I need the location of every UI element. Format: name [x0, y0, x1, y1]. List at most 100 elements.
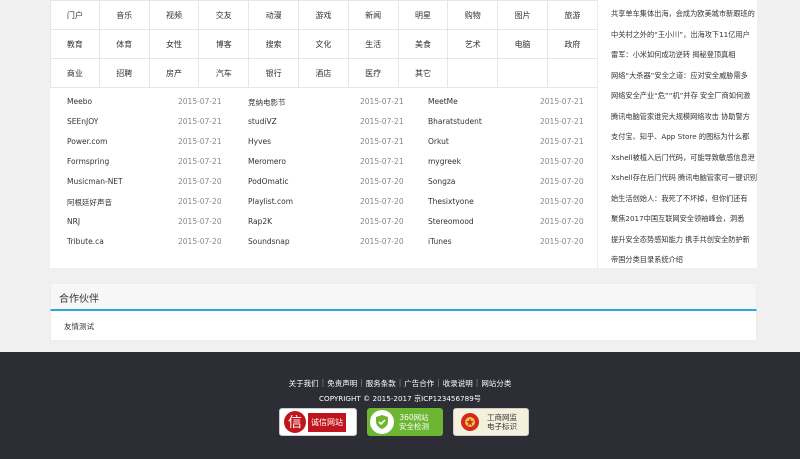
- site-link[interactable]: mygreek: [428, 157, 461, 166]
- site-date: 2015-07-20: [360, 217, 404, 226]
- footer-link[interactable]: 网站分类: [478, 378, 514, 389]
- site-link[interactable]: Playlist.com: [248, 197, 293, 206]
- category-grid: 门户 音乐 视频 交友 动漫 游戏 新闻 明星 购物 图片 旅游 教育 体育 女性 博客 搜索 文化 生活 美食 艺术…: [50, 0, 598, 88]
- category-link[interactable]: 美食: [398, 30, 449, 59]
- site-link[interactable]: studiVZ: [248, 117, 277, 126]
- category-link[interactable]: 交友: [199, 1, 250, 30]
- partner-title: 合作伙伴: [59, 294, 99, 305]
- site-date: 2015-07-20: [540, 197, 584, 206]
- category-link[interactable]: 女性: [149, 30, 200, 59]
- site-date: 2015-07-20: [360, 197, 404, 206]
- news-link[interactable]: 提升安全态势感知能力 携手共创安全防护新: [611, 235, 757, 245]
- site-date: 2015-07-21: [360, 137, 404, 146]
- news-link[interactable]: 聚焦2017中国互联网安全领袖峰会，洞悉: [611, 214, 757, 224]
- safe-check-badge[interactable]: 360网站 安全检测: [367, 408, 443, 436]
- site-link[interactable]: Orkut: [428, 137, 449, 146]
- site-link[interactable]: Power.com: [67, 137, 107, 146]
- site-date: 2015-07-20: [178, 217, 222, 226]
- category-link[interactable]: 游戏: [298, 1, 349, 30]
- category-link[interactable]: 图片: [498, 1, 548, 30]
- news-link[interactable]: Xshell被植入后门代码，可能导致敏感信息泄: [611, 153, 757, 163]
- credit-badge[interactable]: 信 诚信网站: [279, 408, 357, 436]
- category-link[interactable]: 购物: [448, 1, 499, 30]
- category-link[interactable]: 生活: [348, 30, 399, 59]
- news-link[interactable]: 中关村之外的“王小川”，出海攻下11亿用户: [611, 30, 757, 40]
- site-link[interactable]: Songza: [428, 177, 455, 186]
- site-link[interactable]: PodOmatic: [248, 177, 289, 186]
- site-date: 2015-07-21: [540, 117, 584, 126]
- category-link[interactable]: 银行: [249, 59, 299, 88]
- footer-link[interactable]: 免责声明: [324, 378, 360, 389]
- category-link[interactable]: 艺术: [448, 30, 499, 59]
- site-link[interactable]: Soundsnap: [248, 237, 290, 246]
- category-empty-cell: [448, 59, 499, 88]
- news-link[interactable]: 始生活创始人：我死了不坏掉，但你们还有: [611, 194, 757, 204]
- site-link[interactable]: SEEnJOY: [67, 117, 98, 126]
- partner-header: 合作伙伴: [50, 283, 757, 311]
- site-date: 2015-07-20: [360, 237, 404, 246]
- site-link[interactable]: Rap2K: [248, 217, 272, 226]
- gov-badge[interactable]: 工商网监 电子标识: [453, 408, 529, 436]
- news-link[interactable]: 帝国分类目录系统介绍: [611, 255, 757, 265]
- news-link[interactable]: 网络“大杀器”安全之道：应对安全威胁需多: [611, 71, 757, 81]
- footer-link[interactable]: 关于我们: [286, 378, 322, 389]
- news-link[interactable]: 共享单车集体出海，会成为欧美城市新跟班的: [611, 9, 757, 19]
- shield-check-icon: [370, 410, 394, 434]
- partner-body: 友情测试: [50, 311, 757, 341]
- category-link[interactable]: 搜索: [249, 30, 299, 59]
- category-link[interactable]: 教育: [50, 30, 100, 59]
- site-date: 2015-07-20: [540, 157, 584, 166]
- category-row: 教育 体育 女性 博客 搜索 文化 生活 美食 艺术 电脑 政府: [50, 30, 598, 59]
- gov-badge-label: 工商网监 电子标识: [487, 413, 517, 431]
- news-link[interactable]: Xshell存在后门代码 腾讯电脑管家可一键识别: [611, 173, 757, 183]
- category-link[interactable]: 明星: [398, 1, 449, 30]
- category-link[interactable]: 电脑: [498, 30, 548, 59]
- category-link[interactable]: 酒店: [298, 59, 349, 88]
- site-link[interactable]: Meebo: [67, 97, 92, 106]
- site-date: 2015-07-21: [540, 97, 584, 106]
- site-link[interactable]: NRJ: [67, 217, 80, 226]
- site-date: 2015-07-20: [178, 237, 222, 246]
- site-link[interactable]: Hyves: [248, 137, 271, 146]
- site-link[interactable]: MeetMe: [428, 97, 458, 106]
- footer-link[interactable]: 服务条款: [363, 378, 399, 389]
- category-link[interactable]: 音乐: [99, 1, 150, 30]
- category-link[interactable]: 动漫: [249, 1, 299, 30]
- category-link[interactable]: 体育: [99, 30, 150, 59]
- category-link[interactable]: 汽车: [199, 59, 250, 88]
- site-link[interactable]: Formspring: [67, 157, 109, 166]
- site-link[interactable]: Bharatstudent: [428, 117, 482, 126]
- site-date: 2015-07-21: [360, 157, 404, 166]
- category-link[interactable]: 新闻: [348, 1, 399, 30]
- site-link[interactable]: Meromero: [248, 157, 286, 166]
- site-link[interactable]: iTunes: [428, 237, 452, 246]
- category-link[interactable]: 房产: [149, 59, 200, 88]
- partner-link[interactable]: 友情测试: [64, 321, 94, 332]
- category-link[interactable]: 文化: [298, 30, 349, 59]
- news-link[interactable]: 雷军：小米如何成功逆转 揭秘登顶真相: [611, 50, 757, 60]
- site-date: 2015-07-20: [178, 197, 222, 206]
- news-link[interactable]: 支付宝、知乎、App Store 的图标为什么都: [611, 132, 757, 142]
- site-link[interactable]: Musicman-NET: [67, 177, 123, 186]
- site-date: 2015-07-21: [360, 97, 404, 106]
- category-link[interactable]: 医疗: [348, 59, 399, 88]
- news-link[interactable]: 腾讯电脑管家谁完大规模网络攻击 协助警方: [611, 112, 757, 122]
- category-link[interactable]: 视频: [149, 1, 200, 30]
- category-link[interactable]: 商业: [50, 59, 100, 88]
- category-link[interactable]: 门户: [50, 1, 100, 30]
- category-link[interactable]: 博客: [199, 30, 250, 59]
- site-link[interactable]: 竞纳电影节: [248, 97, 286, 108]
- category-row: 商业 招聘 房产 汽车 银行 酒店 医疗 其它: [50, 59, 598, 88]
- category-link[interactable]: 招聘: [99, 59, 150, 88]
- site-link[interactable]: Thesixtyone: [428, 197, 474, 206]
- category-link[interactable]: 其它: [398, 59, 449, 88]
- footer-link[interactable]: 广告合作: [401, 378, 437, 389]
- site-link[interactable]: 阿根廷好声音: [67, 197, 112, 208]
- gov-emblem-icon: [459, 411, 481, 433]
- footer-link[interactable]: 收录说明: [440, 378, 476, 389]
- site-link[interactable]: Tribute.ca: [67, 237, 104, 246]
- news-link[interactable]: 网络安全产业“危”“机”并存 安全厂商如何激: [611, 91, 757, 101]
- site-link[interactable]: Stereomood: [428, 217, 474, 226]
- category-link[interactable]: 政府: [547, 30, 598, 59]
- category-link[interactable]: 旅游: [547, 1, 598, 30]
